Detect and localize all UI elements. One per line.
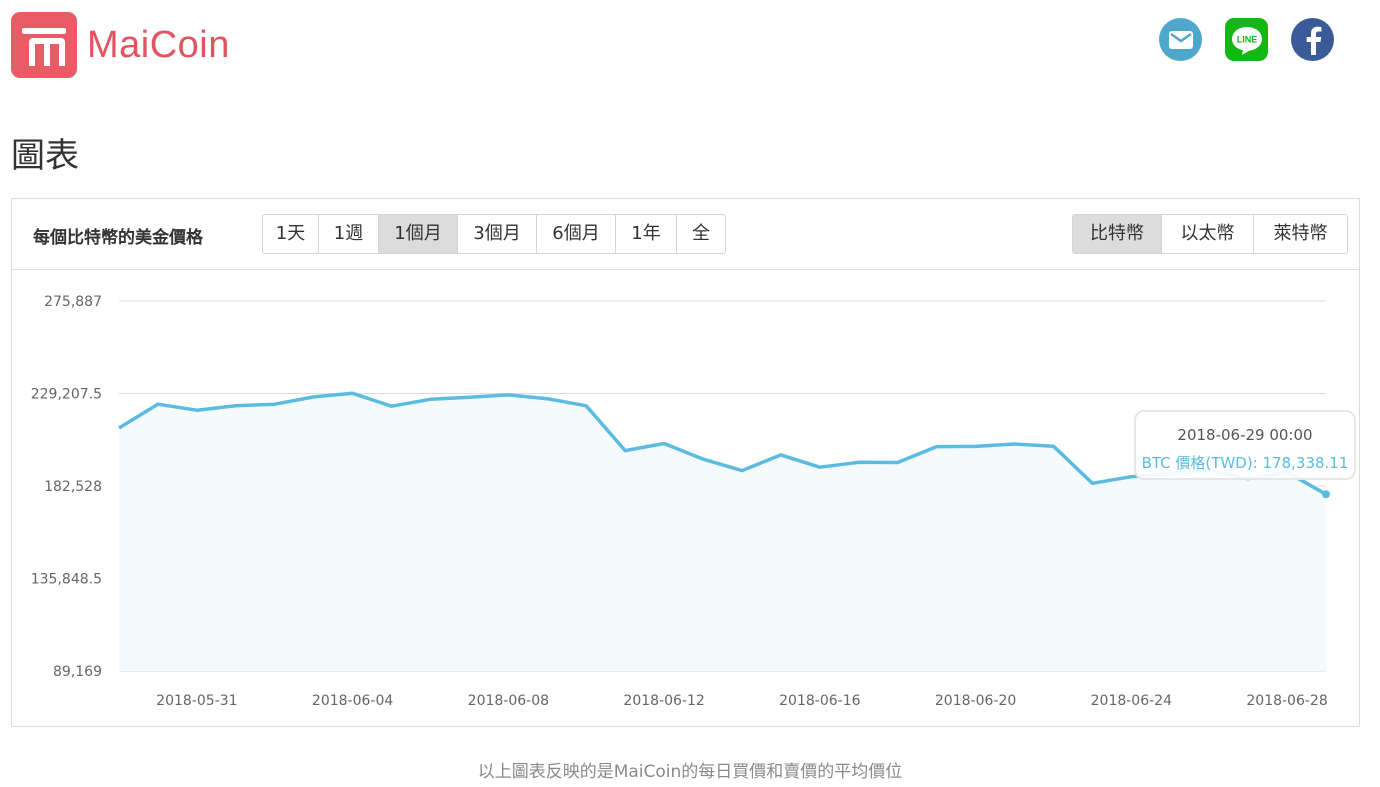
data-point bbox=[701, 457, 705, 461]
data-point bbox=[1052, 444, 1056, 448]
x-tick-label: 2018-06-16 bbox=[779, 693, 860, 709]
y-tick-label: 229,207.5 bbox=[31, 387, 102, 403]
data-point bbox=[545, 397, 549, 401]
x-tick-label: 2018-06-12 bbox=[623, 693, 704, 709]
data-point bbox=[195, 408, 199, 412]
y-tick-label: 89,169 bbox=[53, 664, 102, 680]
data-point bbox=[1013, 442, 1017, 446]
data-point bbox=[818, 465, 822, 469]
data-point bbox=[351, 391, 355, 395]
data-point bbox=[1129, 475, 1133, 479]
data-point bbox=[974, 444, 978, 448]
x-tick-label: 2018-06-08 bbox=[468, 693, 549, 709]
price-chart[interactable]: 89,169 135,848.5 182,528 229,207.5 275,887 20… bbox=[0, 0, 1380, 787]
x-tick-label: 2018-06-20 bbox=[935, 693, 1016, 709]
data-point bbox=[584, 404, 588, 408]
data-point bbox=[273, 402, 277, 406]
x-tick-label: 2018-06-28 bbox=[1246, 693, 1327, 709]
hovered-data-point bbox=[1322, 490, 1330, 499]
data-point bbox=[857, 460, 861, 464]
data-point bbox=[312, 395, 316, 399]
data-point bbox=[467, 395, 471, 399]
x-tick-label: 2018-05-31 bbox=[156, 693, 237, 709]
data-point bbox=[779, 453, 783, 457]
data-point bbox=[623, 449, 627, 453]
data-point bbox=[740, 469, 744, 473]
data-point bbox=[117, 426, 121, 430]
data-point bbox=[896, 461, 900, 465]
x-tick-label: 2018-06-24 bbox=[1091, 693, 1172, 709]
x-tick-label: 2018-06-04 bbox=[312, 693, 393, 709]
y-tick-label: 275,887 bbox=[44, 294, 102, 310]
data-point bbox=[506, 393, 510, 397]
data-point bbox=[662, 442, 666, 446]
data-point bbox=[1090, 481, 1094, 485]
data-point bbox=[234, 404, 238, 408]
data-point bbox=[429, 397, 433, 401]
tooltip-date: 2018-06-29 00:00 bbox=[1177, 426, 1313, 444]
data-point bbox=[935, 445, 939, 449]
y-tick-label: 135,848.5 bbox=[31, 572, 102, 588]
data-point bbox=[390, 404, 394, 408]
data-point bbox=[156, 402, 160, 406]
chart-footnote: 以上圖表反映的是MaiCoin的每日買價和賣價的平均價位 bbox=[477, 762, 903, 782]
y-tick-label: 182,528 bbox=[44, 479, 102, 495]
tooltip-value: BTC 價格(TWD): 178,338.11 bbox=[1141, 454, 1349, 472]
chart-tooltip: 2018-06-29 00:00 BTC 價格(TWD): 178,338.11 bbox=[1134, 410, 1356, 480]
